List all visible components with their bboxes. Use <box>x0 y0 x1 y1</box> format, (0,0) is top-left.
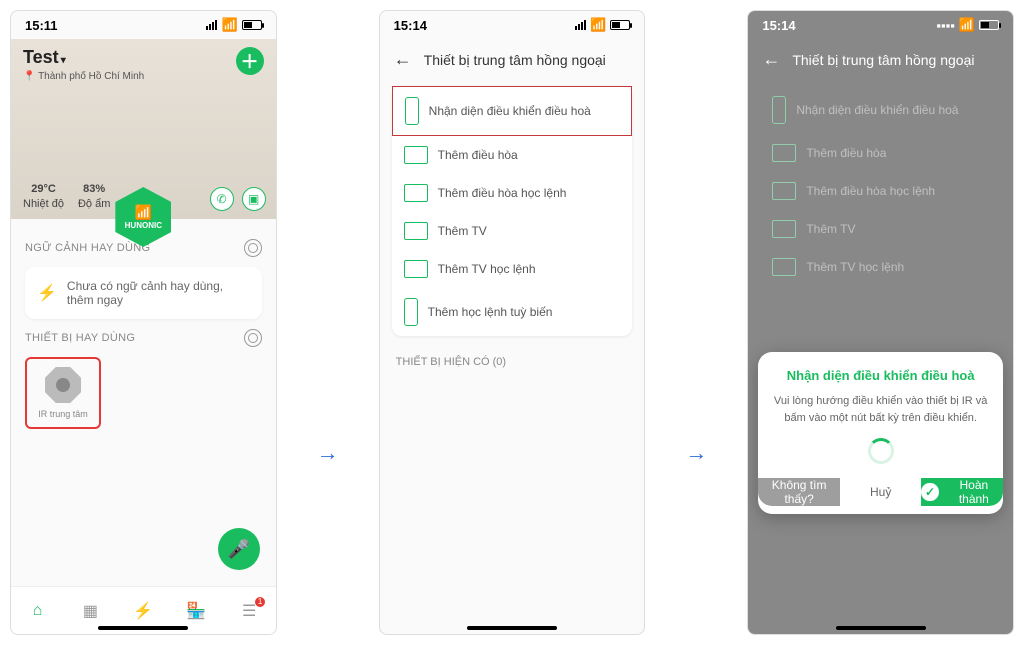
page-title: Thiết bị trung tâm hồng ngoại <box>424 52 606 68</box>
check-icon: ✓ <box>921 483 938 501</box>
hero-banner: Test▾ 📍 Thành phố Hồ Chí Minh ＋ 29°CNhiệ… <box>11 39 276 219</box>
bolt-icon: ⚡ <box>37 283 57 303</box>
clock: 15:11 <box>25 18 58 33</box>
weather-block: 29°CNhiệt độ 83%Độ ẩm <box>23 182 110 211</box>
clock: 15:14 <box>762 18 795 33</box>
cancel-button[interactable]: Huỷ <box>840 485 922 499</box>
signal-icon <box>206 20 217 30</box>
tab-grid-icon[interactable]: ▦ <box>80 601 100 621</box>
flow-arrow-icon: → <box>685 440 707 466</box>
flow-arrow-icon: → <box>317 440 339 466</box>
battery-icon <box>610 20 630 30</box>
opt-add-tv-learn[interactable]: Thêm TV học lệnh <box>392 250 633 288</box>
tv-icon <box>404 222 428 240</box>
image-icon[interactable]: ▣ <box>242 187 266 211</box>
option-panel-dimmed: Nhận diện điều khiển điều hoà Thêm điều … <box>760 86 1001 286</box>
wifi-icon: 📶 <box>959 17 975 33</box>
wifi-icon: 📶 <box>135 204 152 221</box>
gear-icon[interactable] <box>244 239 262 257</box>
option-panel: Nhận diện điều khiển điều hoà Thêm điều … <box>392 86 633 336</box>
opt-add-ac[interactable]: Thêm điều hòa <box>392 136 633 174</box>
page-header: ← Thiết bị trung tâm hồng ngoại <box>380 39 645 80</box>
tv-icon <box>404 260 428 278</box>
signal-icon: ▪▪▪▪ <box>936 18 954 33</box>
add-button[interactable]: ＋ <box>236 47 264 75</box>
opt-add-tv-learn: Thêm TV học lệnh <box>760 248 1001 286</box>
wifi-icon: 📶 <box>590 17 606 33</box>
status-bar: 15:11 📶 <box>11 11 276 39</box>
dropdown-caret-icon: ▾ <box>61 55 66 66</box>
tv-icon <box>772 220 796 238</box>
screen-ir-hub-modal: 15:14 ▪▪▪▪ 📶 ← Thiết bị trung tâm hồng n… <box>747 10 1014 635</box>
detect-remote-modal: Nhận diện điều khiển điều hoà Vui lòng h… <box>758 352 1003 514</box>
home-indicator <box>836 626 926 630</box>
modal-title: Nhận diện điều khiển điều hoà <box>772 368 989 383</box>
opt-detect-ac-remote[interactable]: Nhận diện điều khiển điều hoà <box>392 86 633 136</box>
screen-ir-hub: 15:14 📶 ← Thiết bị trung tâm hồng ngoại … <box>379 10 646 635</box>
remote-icon <box>404 298 418 326</box>
opt-add-ac-learn[interactable]: Thêm điều hòa học lệnh <box>392 174 633 212</box>
opt-add-ac: Thêm điều hòa <box>760 134 1001 172</box>
call-icon[interactable]: ✆ <box>210 187 234 211</box>
signal-icon <box>575 20 586 30</box>
back-icon[interactable]: ← <box>762 49 780 70</box>
screen-home: 15:11 📶 Test▾ 📍 Thành phố Hồ Chí Minh ＋ … <box>10 10 277 635</box>
gear-icon[interactable] <box>244 329 262 347</box>
section-devices-header: THIẾT BỊ HAY DÙNG <box>25 329 262 347</box>
remote-icon <box>772 96 786 124</box>
opt-add-tv[interactable]: Thêm TV <box>392 212 633 250</box>
tab-bolt-icon[interactable]: ⚡ <box>133 601 153 621</box>
page-header: ← Thiết bị trung tâm hồng ngoại <box>748 39 1013 80</box>
remote-icon <box>405 97 419 125</box>
clock: 15:14 <box>394 18 427 33</box>
opt-detect-ac-remote: Nhận diện điều khiển điều hoà <box>760 86 1001 134</box>
home-title[interactable]: Test▾ <box>23 47 66 68</box>
no-scene-card[interactable]: ⚡ Chưa có ngữ cảnh hay dùng, thêm ngay <box>25 267 262 319</box>
home-indicator <box>98 626 188 630</box>
mic-fab[interactable]: 🎤 <box>218 528 260 570</box>
opt-add-tv: Thêm TV <box>760 210 1001 248</box>
tab-store-icon[interactable]: 🏪 <box>186 601 206 621</box>
status-bar: 15:14 📶 <box>380 11 645 39</box>
back-icon[interactable]: ← <box>394 49 412 70</box>
tab-home-icon[interactable]: ⌂ <box>27 601 47 621</box>
not-found-button[interactable]: Không tìm thấy? <box>758 478 840 506</box>
ac-icon <box>404 146 428 164</box>
modal-body: Vui lòng hướng điều khiển vào thiết bị I… <box>772 393 989 426</box>
battery-icon <box>242 20 262 30</box>
opt-add-ac-learn: Thêm điều hòa học lệnh <box>760 172 1001 210</box>
done-button[interactable]: ✓Hoàn thành <box>921 478 1003 506</box>
tab-menu-icon[interactable]: ☰ <box>239 601 259 621</box>
status-bar: 15:14 ▪▪▪▪ 📶 <box>748 11 1013 39</box>
ac-icon <box>772 182 796 200</box>
home-indicator <box>467 626 557 630</box>
device-ir-hub[interactable]: IR trung tâm <box>25 357 101 429</box>
spinner-icon <box>868 438 894 464</box>
opt-add-custom-learn[interactable]: Thêm học lệnh tuỳ biến <box>392 288 633 336</box>
ac-icon <box>772 144 796 162</box>
wifi-icon: 📶 <box>221 17 237 33</box>
tv-icon <box>772 258 796 276</box>
page-title: Thiết bị trung tâm hồng ngoại <box>792 52 974 68</box>
brand-hex: 📶HUNONIC <box>115 187 171 247</box>
ac-icon <box>404 184 428 202</box>
battery-icon <box>979 20 999 30</box>
existing-devices-header: THIẾT BỊ HIỆN CÓ (0) <box>380 342 645 368</box>
hub-icon <box>45 367 81 403</box>
location-label: 📍 Thành phố Hồ Chí Minh <box>23 71 144 82</box>
